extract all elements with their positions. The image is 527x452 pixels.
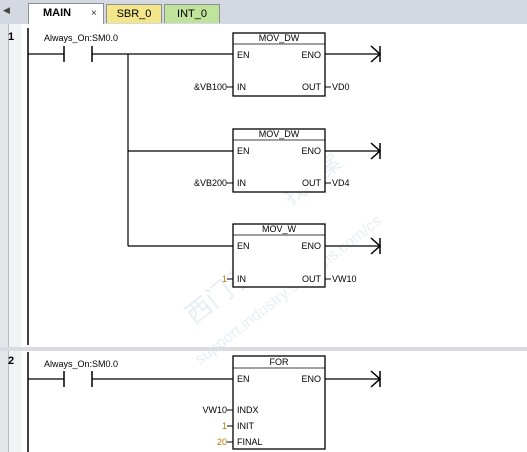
mov-dw-box-2[interactable]: MOV_DW EN ENO IN OUT: [232, 128, 326, 193]
indx-pin: INDX: [237, 405, 259, 415]
en-pin: EN: [237, 374, 250, 384]
contact-label: Always_On:SM0.0: [44, 359, 118, 369]
in-pin: IN: [237, 178, 246, 188]
box-title: MOV_W: [262, 224, 297, 234]
in-constant[interactable]: 1: [222, 274, 227, 284]
out-pin: OUT: [302, 178, 322, 188]
out-pin: OUT: [302, 82, 322, 92]
indx-operand[interactable]: VW10: [202, 405, 227, 415]
out-pin: OUT: [302, 274, 322, 284]
init-pin: INIT: [237, 421, 255, 431]
in-operand[interactable]: &VB200: [194, 178, 227, 188]
final-pin: FINAL: [237, 437, 263, 447]
ladder-diagram: 西门子工业 support.industry.siemens.com/cs 找答…: [27, 28, 385, 452]
out-operand[interactable]: VW10: [332, 274, 357, 284]
en-pin: EN: [237, 241, 250, 251]
in-pin: IN: [237, 82, 246, 92]
eno-pin: ENO: [301, 50, 321, 60]
eno-pin: ENO: [301, 374, 321, 384]
for-box[interactable]: FOR EN ENO INDX INIT FINAL: [232, 355, 326, 450]
in-operand[interactable]: &VB100: [194, 82, 227, 92]
normally-open-contact[interactable]: [63, 371, 93, 387]
en-pin: EN: [237, 146, 250, 156]
box-title: MOV_DW: [259, 33, 300, 43]
box-title: FOR: [270, 357, 289, 367]
en-pin: EN: [237, 50, 250, 60]
eno-pin: ENO: [301, 241, 321, 251]
eno-pin: ENO: [301, 146, 321, 156]
mov-dw-box-1[interactable]: MOV_DW EN ENO IN OUT: [232, 32, 326, 97]
final-constant[interactable]: 20: [217, 437, 227, 447]
in-pin: IN: [237, 274, 246, 284]
out-operand[interactable]: VD4: [332, 178, 350, 188]
out-operand[interactable]: VD0: [332, 82, 350, 92]
normally-open-contact[interactable]: [63, 46, 93, 62]
contact-label: Always_On:SM0.0: [44, 33, 118, 43]
mov-w-box[interactable]: MOV_W EN ENO IN OUT: [232, 223, 326, 288]
box-title: MOV_DW: [259, 129, 300, 139]
init-constant[interactable]: 1: [222, 421, 227, 431]
